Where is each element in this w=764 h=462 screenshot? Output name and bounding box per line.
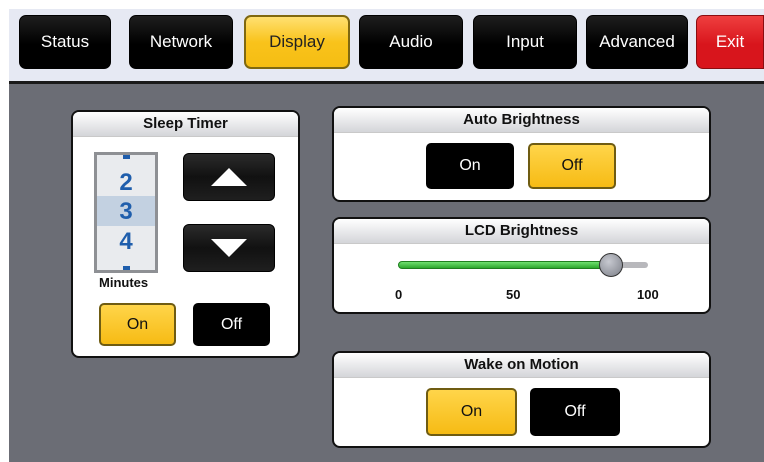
wake-on-motion-panel: Wake on Motion On Off	[332, 351, 711, 448]
exit-button[interactable]: Exit	[696, 15, 764, 69]
triangle-down-icon	[211, 239, 247, 257]
wake-on-motion-on-button[interactable]: On	[426, 388, 517, 436]
wake-on-motion-off-button[interactable]: Off	[530, 388, 620, 436]
spinner-top-tick	[123, 155, 130, 159]
auto-brightness-title: Auto Brightness	[334, 108, 709, 133]
increase-button[interactable]	[183, 153, 275, 201]
settings-window: Status Network Display Audio Input Advan…	[9, 9, 764, 462]
tab-audio[interactable]: Audio	[359, 15, 463, 69]
slider-thumb[interactable]	[598, 253, 623, 277]
spinner-value-selected[interactable]: 3	[97, 198, 155, 226]
tab-input[interactable]: Input	[473, 15, 577, 69]
wake-on-motion-title: Wake on Motion	[334, 353, 709, 378]
tab-network[interactable]: Network	[129, 15, 233, 69]
auto-brightness-on-button[interactable]: On	[426, 143, 514, 189]
auto-brightness-panel: Auto Brightness On Off	[332, 106, 711, 202]
sleep-timer-on-button[interactable]: On	[99, 303, 176, 346]
tab-advanced[interactable]: Advanced	[586, 15, 688, 69]
slider-fill	[398, 261, 611, 269]
tab-display[interactable]: Display	[244, 15, 350, 69]
spinner-bottom-tick	[123, 266, 130, 270]
tab-status[interactable]: Status	[19, 15, 111, 69]
minutes-label: Minutes	[99, 275, 149, 290]
triangle-up-icon	[211, 168, 247, 186]
minutes-spinner[interactable]: 2 3 4	[94, 152, 158, 273]
auto-brightness-off-button[interactable]: Off	[528, 143, 616, 189]
sleep-timer-off-button[interactable]: Off	[193, 303, 270, 346]
sleep-timer-panel: Sleep Timer 2 3 4 Minutes On Off	[71, 110, 300, 358]
brightness-min-label: 0	[395, 287, 403, 302]
brightness-slider[interactable]	[398, 253, 648, 277]
spinner-value-prev[interactable]: 2	[97, 169, 155, 197]
lcd-brightness-panel: LCD Brightness 0 50 100	[332, 217, 711, 314]
tab-bar: Status Network Display Audio Input Advan…	[9, 9, 764, 84]
sleep-timer-title: Sleep Timer	[73, 112, 298, 137]
spinner-value-next[interactable]: 4	[97, 228, 155, 256]
lcd-brightness-title: LCD Brightness	[334, 219, 709, 244]
decrease-button[interactable]	[183, 224, 275, 272]
brightness-max-label: 100	[637, 287, 659, 302]
display-settings-area: Sleep Timer 2 3 4 Minutes On Off Auto Br…	[9, 84, 764, 462]
brightness-mid-label: 50	[506, 287, 521, 302]
